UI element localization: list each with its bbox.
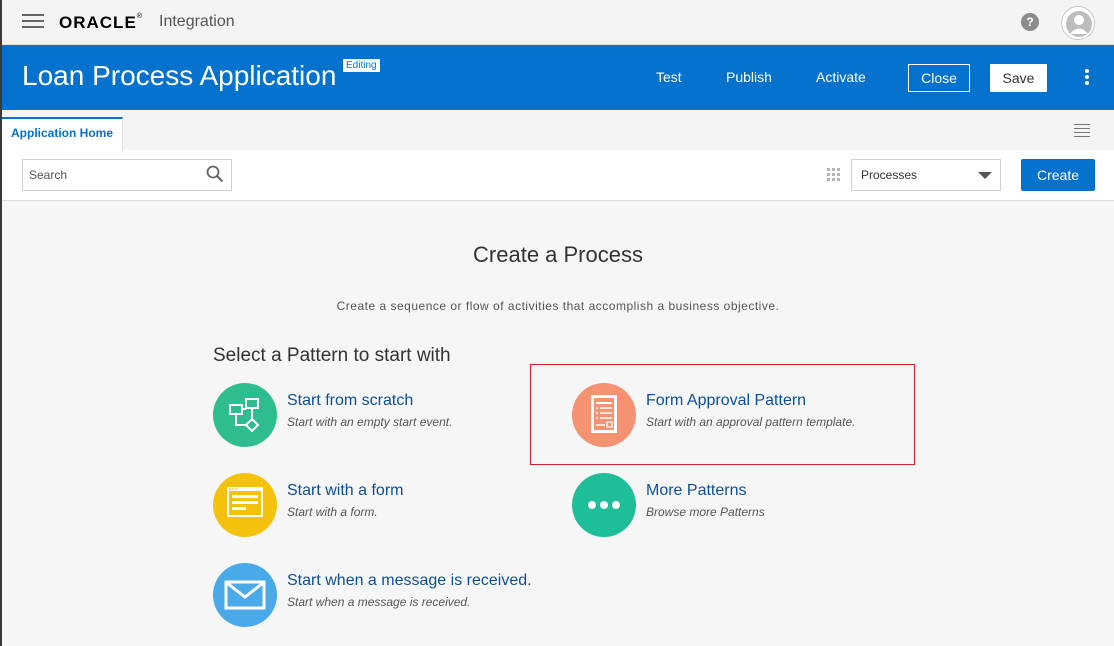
global-header: ORACLE® Integration ? xyxy=(2,0,1114,45)
envelope-icon xyxy=(213,563,277,627)
more-options-icon[interactable] xyxy=(1084,69,1090,87)
pattern-description: Browse more Patterns xyxy=(646,505,765,519)
section-heading: Select a Pattern to start with xyxy=(213,345,451,366)
pattern-start-with-form[interactable]: Start with a form Start with a form. xyxy=(213,473,543,539)
page-subtitle: Create a sequence or flow of activities … xyxy=(336,299,780,313)
save-button[interactable]: Save xyxy=(990,64,1047,92)
tab-bar: Application Home xyxy=(2,110,1114,150)
oracle-logo: ORACLE® xyxy=(59,13,143,32)
pattern-start-from-scratch[interactable]: Start from scratch Start with an empty s… xyxy=(213,383,543,449)
search-input[interactable] xyxy=(23,160,203,190)
chevron-down-icon xyxy=(978,172,992,179)
search-box xyxy=(22,159,232,191)
pattern-title[interactable]: Start from scratch xyxy=(287,392,413,410)
pattern-title[interactable]: More Patterns xyxy=(646,482,746,500)
select-value: Processes xyxy=(861,168,918,182)
form-document-icon xyxy=(572,383,636,447)
pattern-more-patterns[interactable]: More Patterns Browse more Patterns xyxy=(572,473,902,539)
pattern-title[interactable]: Start when a message is received. xyxy=(287,572,532,590)
product-name: Integration xyxy=(159,13,235,30)
search-icon[interactable] xyxy=(206,165,224,183)
help-icon[interactable]: ? xyxy=(1021,13,1039,31)
pattern-description: Start with a form. xyxy=(287,505,378,519)
activate-button[interactable]: Activate xyxy=(816,69,866,85)
application-title: Loan Process Application xyxy=(22,60,337,91)
pattern-description: Start with an approval pattern template. xyxy=(646,415,856,429)
artifact-type-select[interactable]: Processes xyxy=(851,159,1001,191)
publish-button[interactable]: Publish xyxy=(726,69,772,85)
list-view-icon[interactable] xyxy=(1074,124,1090,137)
pattern-description: Start with an empty start event. xyxy=(287,415,453,429)
page-title: Create a Process xyxy=(473,242,643,267)
hamburger-menu-icon[interactable] xyxy=(22,14,44,30)
grid-view-icon[interactable] xyxy=(827,168,841,182)
create-button[interactable]: Create xyxy=(1021,159,1095,191)
test-button[interactable]: Test xyxy=(656,69,682,85)
close-button[interactable]: Close xyxy=(908,64,970,92)
application-header: Loan Process Application Editing Test Pu… xyxy=(2,45,1114,110)
pattern-start-with-message[interactable]: Start when a message is received. Start … xyxy=(213,563,543,629)
pattern-title[interactable]: Start with a form xyxy=(287,482,403,500)
editing-badge: Editing xyxy=(343,59,380,72)
pattern-form-approval[interactable]: Form Approval Pattern Start with an appr… xyxy=(572,383,902,449)
pattern-title[interactable]: Form Approval Pattern xyxy=(646,392,806,410)
pattern-description: Start when a message is received. xyxy=(287,595,471,609)
web-form-icon xyxy=(213,473,277,537)
more-dots-icon xyxy=(572,473,636,537)
flow-diagram-icon xyxy=(213,383,277,447)
toolbar: Processes Create xyxy=(2,150,1114,201)
user-avatar-icon[interactable] xyxy=(1061,6,1095,40)
tab-application-home[interactable]: Application Home xyxy=(2,117,124,150)
